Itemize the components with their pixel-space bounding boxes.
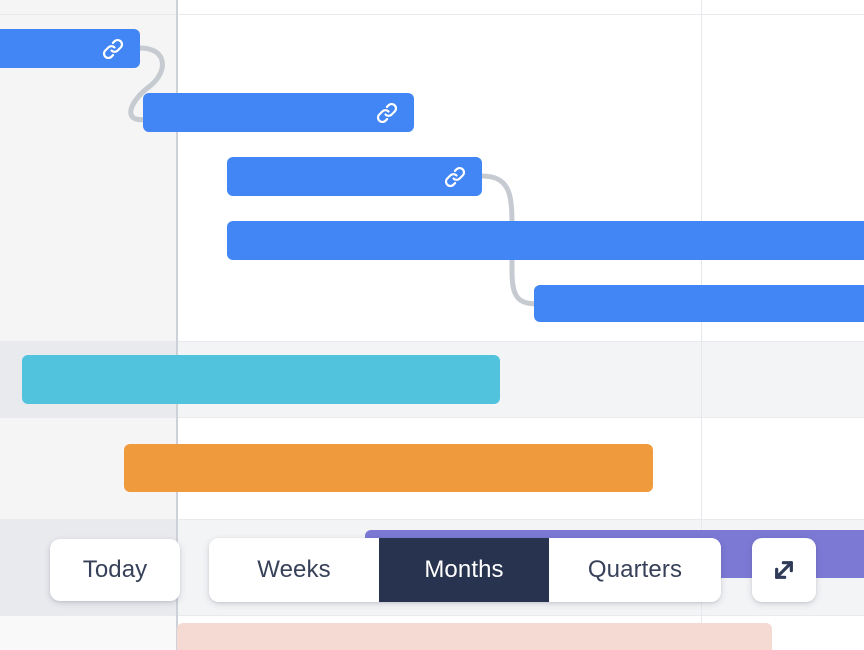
zoom-level-segmented-control: Weeks Months Quarters: [209, 538, 721, 602]
task-bar[interactable]: [227, 221, 864, 260]
gantt-chart-view: Today Weeks Months Quarters: [0, 0, 864, 650]
row-sidebar-cell: [0, 615, 177, 650]
task-bar[interactable]: [177, 623, 772, 650]
row-separator: [0, 615, 864, 616]
row-timeline-cell: [177, 0, 864, 14]
today-button-label: Today: [82, 556, 148, 583]
today-button[interactable]: Today: [50, 539, 180, 601]
row-separator: [0, 14, 864, 15]
row-separator: [0, 341, 864, 342]
task-link-badge[interactable]: [100, 36, 126, 62]
row-separator: [0, 519, 864, 520]
row-sidebar-cell: [0, 284, 177, 341]
zoom-option-quarters[interactable]: Quarters: [549, 538, 721, 602]
task-link-badge[interactable]: [442, 164, 468, 190]
zoom-option-label: Weeks: [257, 556, 331, 583]
task-link-badge[interactable]: [374, 100, 400, 126]
row-separator: [0, 417, 864, 418]
row-sidebar-cell: [0, 156, 177, 220]
task-bar[interactable]: [124, 444, 653, 492]
zoom-option-months[interactable]: Months: [379, 538, 549, 602]
timeline-row: [0, 0, 864, 14]
zoom-option-label: Months: [424, 556, 504, 583]
timeline-row: [0, 92, 864, 156]
task-bar[interactable]: [143, 93, 414, 132]
row-sidebar-cell: [0, 0, 177, 14]
expand-diagonal-icon: [775, 561, 793, 579]
zoom-option-label: Quarters: [587, 556, 683, 583]
link-icon: [376, 102, 398, 123]
zoom-option-weeks[interactable]: Weeks: [209, 538, 379, 602]
task-bar[interactable]: [22, 355, 500, 404]
task-bar[interactable]: [534, 285, 864, 322]
row-timeline-cell: [177, 14, 864, 92]
task-bar[interactable]: [0, 29, 140, 68]
link-icon: [102, 38, 124, 59]
row-sidebar-cell: [0, 220, 177, 284]
expand-fullscreen-button[interactable]: [752, 538, 816, 602]
link-icon: [444, 166, 466, 187]
task-bar[interactable]: [227, 157, 482, 196]
